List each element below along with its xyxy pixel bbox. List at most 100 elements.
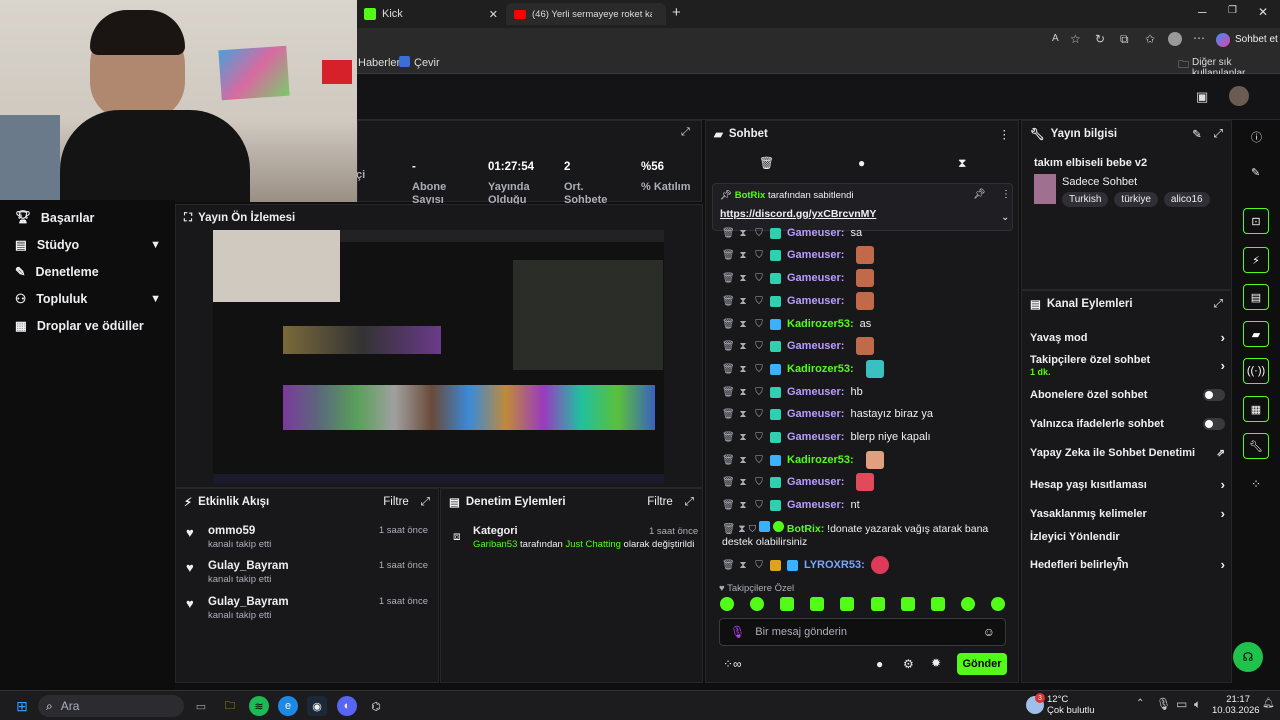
action-slow-mode[interactable]: Yavaş mod › [1030, 330, 1225, 345]
info-icon[interactable]: ⓘ [1251, 129, 1262, 145]
trash-icon[interactable]: 🗑︎ [722, 455, 735, 466]
profile-avatar[interactable] [1168, 32, 1182, 46]
expand-icon[interactable]: ⤢ [1214, 128, 1223, 141]
pin-icon[interactable]: 📌︎ [973, 189, 986, 200]
favorites-icon[interactable]: ✩ [1145, 32, 1155, 46]
trash-icon[interactable]: 🗑︎ [722, 364, 735, 375]
shield-icon[interactable]: ⛉ [754, 250, 764, 261]
expand-icon[interactable]: ⤢ [1214, 298, 1223, 311]
shield-icon[interactable]: ⛉ [754, 228, 764, 239]
chat-input[interactable]: 🎙︎ Bir mesaj gönderin ☺ [719, 618, 1006, 646]
chat-bubble-icon[interactable]: ● [876, 657, 883, 671]
more-vertical-icon[interactable]: ⋮ [999, 127, 1011, 141]
copilot-label[interactable]: Sohbet et [1235, 34, 1278, 45]
trash-icon[interactable]: 🗑︎ [722, 387, 735, 398]
rail-screenshot-button[interactable]: ⊡ [1243, 208, 1269, 234]
tab-youtube[interactable]: (46) Yerli sermayeye roket katkısı 🚀 [506, 3, 666, 25]
trash-icon[interactable]: 🗑︎ [722, 228, 735, 239]
chat-username[interactable]: Gameuser: [787, 340, 844, 352]
shield-icon[interactable]: ⛉ [754, 341, 764, 352]
network-icon[interactable]: ▭ [1176, 697, 1187, 711]
emote-button[interactable] [990, 597, 1005, 611]
hourglass-icon[interactable]: ⧗ [738, 250, 748, 261]
chevron-down-icon[interactable]: ⌄ [1001, 212, 1009, 223]
user-avatar[interactable] [1229, 86, 1249, 106]
file-explorer-icon[interactable]: 🗀 [220, 696, 240, 716]
tag[interactable]: Turkish [1062, 192, 1109, 207]
loyalty-icon[interactable]: ⁘∞ [723, 657, 742, 671]
gear-icon[interactable]: ⚙ [903, 657, 914, 671]
sidebar-item-community[interactable]: ⚇ Topluluk ▼ [0, 285, 175, 312]
emote-button[interactable] [900, 597, 915, 611]
sidebar-item-drops[interactable]: ▦ Droplar ve ödüller [0, 312, 175, 339]
edit-icon[interactable]: ✎ [1192, 127, 1202, 141]
hourglass-icon[interactable]: ⧗ [738, 477, 748, 488]
edge-icon[interactable]: e [278, 696, 298, 716]
tab-kick[interactable]: Kick ✕ [356, 3, 506, 25]
chat-username[interactable]: Gameuser: [787, 227, 844, 239]
chat-username[interactable]: Gameuser: [787, 295, 844, 307]
window-close-icon[interactable]: ✕ [1258, 5, 1268, 19]
chat-username[interactable]: Gameuser: [787, 249, 844, 261]
pinned-link[interactable]: https://discord.gg/yxCBrcvnMY [720, 208, 876, 220]
expand-icon[interactable]: ⤢ [421, 496, 430, 509]
bot-icon[interactable]: ✹ [931, 656, 941, 670]
copilot-icon[interactable] [1216, 33, 1230, 47]
trash-icon[interactable]: 🗑︎ [722, 409, 735, 420]
app-icon[interactable]: ⌬ [366, 696, 386, 716]
action-goals[interactable]: Hedefleri belirleyin › [1030, 557, 1225, 572]
trash-icon[interactable]: 🗑︎ [722, 319, 735, 330]
stream-preview-image[interactable] [213, 230, 664, 484]
shield-icon[interactable]: ⛉ [754, 455, 764, 466]
chat-username[interactable]: Kadirozer53: [787, 454, 854, 466]
hourglass-icon[interactable]: ⧗ [738, 273, 748, 284]
hourglass-icon[interactable]: ⧗ [738, 228, 748, 239]
favorite-star-icon[interactable]: ☆ [1070, 32, 1081, 46]
notifications-icon[interactable]: 🔔︎ [1262, 698, 1275, 709]
close-icon[interactable]: ✕ [489, 8, 498, 21]
sidebar-item-studio[interactable]: ▤ Stüdyo ▼ [0, 231, 175, 258]
chat-username[interactable]: Gameuser: [787, 431, 844, 443]
taskbar-clock[interactable]: 21:17 10.03.2026 [1212, 694, 1260, 716]
help-button[interactable]: ☊ [1233, 642, 1263, 672]
shield-icon[interactable]: ⛉ [754, 273, 764, 284]
microphone-icon[interactable]: 🎙︎ [1156, 697, 1171, 711]
trash-icon[interactable]: 🗑︎ [722, 273, 735, 284]
read-aloud-icon[interactable]: A [1052, 33, 1059, 44]
task-view-icon[interactable]: ▭ [191, 696, 211, 716]
rail-chat-button[interactable]: ▰ [1243, 321, 1269, 347]
chat-username[interactable]: Kadirozer53: [787, 318, 854, 330]
creator-icon[interactable]: ▣ [1196, 89, 1208, 105]
emote-button[interactable] [720, 597, 734, 611]
discord-icon[interactable]: ◐ [337, 696, 357, 716]
emote-button[interactable] [810, 597, 825, 611]
shield-icon[interactable]: ⛉ [754, 409, 764, 420]
more-icon[interactable]: ⋯ [1193, 31, 1205, 45]
hourglass-icon[interactable]: ⧗ [738, 341, 748, 352]
hourglass-icon[interactable]: ⧗ [738, 409, 748, 420]
fav-haberler[interactable]: Haberler [358, 57, 400, 69]
hourglass-icon[interactable]: ⧗ [738, 364, 748, 375]
shield-icon[interactable]: ⛉ [754, 387, 764, 398]
chat-username[interactable]: Gameuser: [787, 386, 844, 398]
expand-icon[interactable]: ⤢ [685, 496, 694, 509]
hourglass-icon[interactable]: ⧗ [738, 455, 748, 466]
minimize-icon[interactable]: ─ [1198, 5, 1207, 19]
extensions-icon[interactable]: ⧉ [1120, 32, 1129, 47]
action-subscribers-only[interactable]: Abonelere özel sohbet [1030, 389, 1225, 401]
hourglass-icon[interactable]: ⧗ [958, 156, 966, 171]
hourglass-icon[interactable]: ⧗ [738, 500, 748, 511]
taskbar-search[interactable]: ⌕ Ara [38, 695, 184, 717]
shield-icon[interactable]: ⛉ [754, 319, 764, 330]
trash-icon[interactable]: 🗑︎ [722, 477, 735, 488]
filter-button[interactable]: Filtre [383, 496, 409, 508]
steam-icon[interactable]: ◉ [307, 696, 327, 716]
weather-widget[interactable]: 12°C Çok bulutlu [1047, 694, 1095, 716]
filter-button[interactable]: Filtre [647, 496, 673, 508]
edit-icon[interactable]: ✎ [1251, 166, 1260, 179]
trash-icon[interactable]: 🗑︎ [722, 341, 735, 352]
emote-button[interactable] [870, 597, 885, 611]
sidebar-item-moderation[interactable]: ✎ Denetleme [0, 258, 175, 285]
rail-tools-button[interactable]: 🔧︎ [1243, 433, 1269, 459]
shield-icon[interactable]: ⛉ [754, 432, 764, 443]
